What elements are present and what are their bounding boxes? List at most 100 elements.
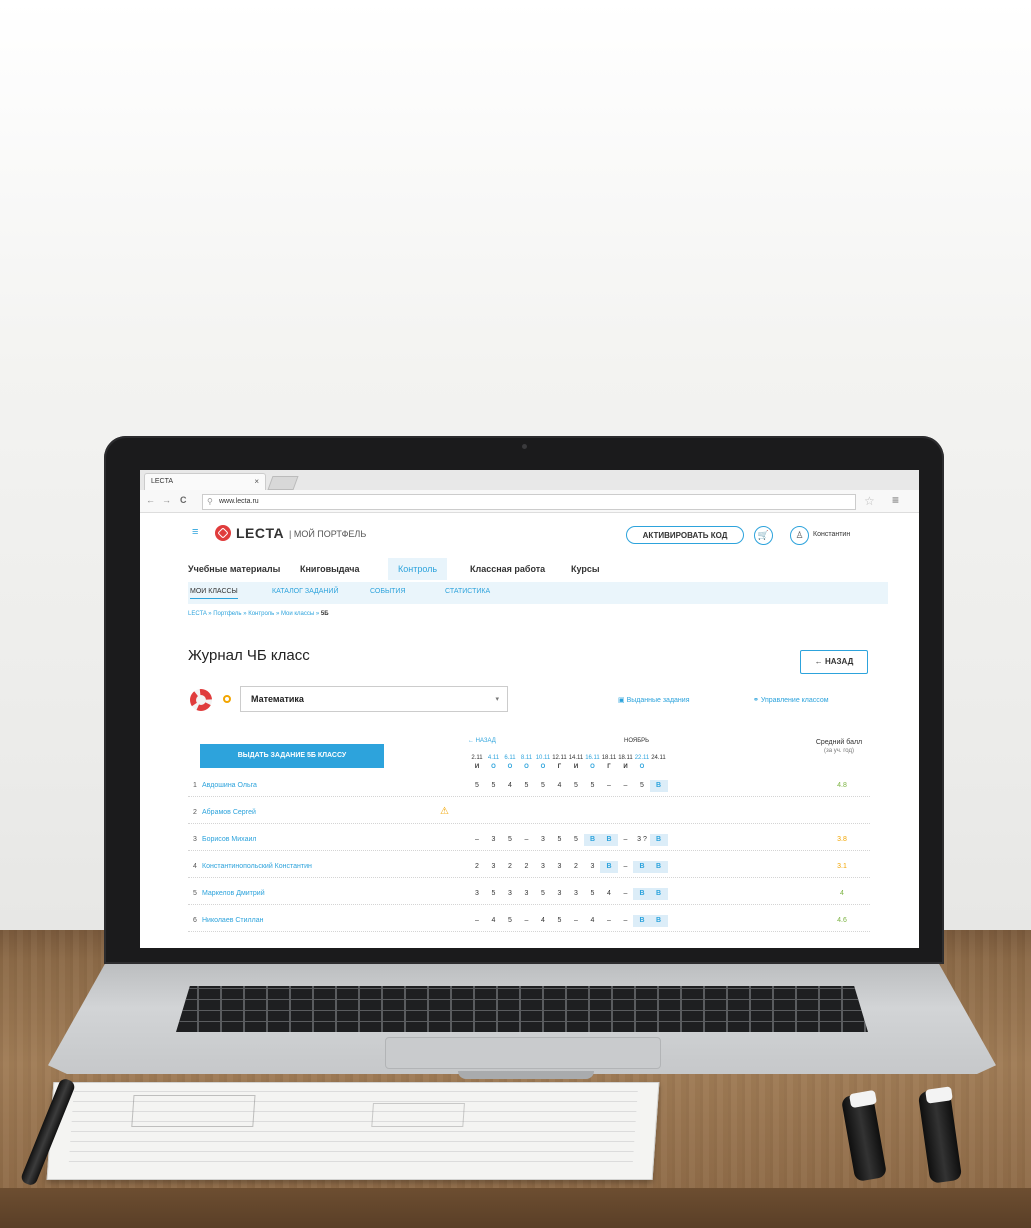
journal-date[interactable]: 18.11 — [600, 755, 618, 761]
grade-cell[interactable]: – — [567, 917, 585, 924]
lifebuoy-icon[interactable] — [190, 689, 212, 711]
grade-cell[interactable]: 3 — [485, 836, 503, 843]
back-arrow-icon[interactable]: ← — [146, 495, 155, 505]
grade-cell[interactable]: 5 — [501, 836, 519, 843]
nav-item-book-issue[interactable]: Книговыдача — [300, 564, 360, 574]
grade-cell[interactable]: В — [633, 915, 651, 927]
grade-cell[interactable]: 4 — [534, 917, 552, 924]
subject-select[interactable]: Математика ▾ — [240, 686, 508, 712]
subnav-item-my-classes[interactable]: МОИ КЛАССЫ — [190, 588, 238, 599]
grade-cell[interactable]: 5 — [534, 890, 552, 897]
grade-cell[interactable]: 3 — [501, 890, 519, 897]
journal-date[interactable]: 2.11 — [468, 755, 486, 761]
grade-cell[interactable]: 5 — [485, 890, 503, 897]
back-button[interactable]: ← НАЗАД — [800, 650, 868, 674]
nav-item-learning-materials[interactable]: Учебные материалы — [188, 564, 280, 574]
grade-cell[interactable]: 5 — [501, 917, 519, 924]
grade-cell[interactable]: 3 — [584, 863, 602, 870]
subnav-item-statistics[interactable]: СТАТИСТИКА — [445, 588, 490, 595]
grade-cell[interactable]: 3 — [551, 863, 569, 870]
hamburger-menu-icon[interactable]: ≡ — [192, 526, 198, 538]
grade-cell[interactable]: В — [649, 861, 668, 873]
grade-cell[interactable]: – — [518, 836, 536, 843]
activate-code-button[interactable]: АКТИВИРОВАТЬ КОД — [626, 526, 744, 544]
journal-date[interactable]: 16.11 — [584, 755, 602, 761]
warning-icon[interactable]: ⚠ — [440, 806, 449, 817]
grade-cell[interactable]: 3 — [551, 890, 569, 897]
nav-item-control[interactable]: Контроль — [388, 558, 448, 580]
student-name-link[interactable]: Маркелов Дмитрий — [202, 890, 265, 897]
journal-date[interactable]: 24.11 — [650, 755, 668, 761]
grade-cell[interactable]: 5 — [534, 782, 552, 789]
journal-back-link[interactable]: ← НАЗАД — [468, 738, 496, 744]
settings-gear-icon[interactable] — [223, 695, 231, 703]
nav-item-courses[interactable]: Курсы — [571, 564, 600, 574]
grade-cell[interactable]: В — [583, 834, 602, 846]
grade-cell[interactable]: 2 — [501, 863, 519, 870]
breadcrumb-path[interactable]: LECTA » Портфель » Контроль » Мои классы… — [188, 611, 321, 617]
brand-name[interactable]: LECTA — [236, 525, 284, 541]
grade-cell[interactable]: В — [649, 915, 668, 927]
journal-date[interactable]: 14.11 — [567, 755, 585, 761]
grade-cell[interactable]: 5 — [584, 890, 602, 897]
lecta-logo-icon[interactable] — [215, 525, 231, 541]
bookmark-star-icon[interactable]: ☆ — [864, 494, 875, 508]
grade-cell[interactable]: 3 — [518, 890, 536, 897]
grade-cell[interactable]: 3 — [534, 863, 552, 870]
grade-cell[interactable]: В — [649, 780, 668, 792]
journal-date[interactable]: 22.11 — [633, 755, 651, 761]
grade-cell[interactable]: 4 — [600, 890, 618, 897]
grade-cell[interactable]: – — [468, 836, 486, 843]
student-name-link[interactable]: Николаев Стиллан — [202, 917, 263, 924]
subnav-item-events[interactable]: СОБЫТИЯ — [370, 588, 406, 595]
grade-cell[interactable]: 4 — [485, 917, 503, 924]
new-tab-button[interactable] — [267, 476, 299, 490]
grade-cell[interactable]: – — [617, 890, 635, 897]
grade-cell[interactable]: – — [518, 917, 536, 924]
breadcrumb[interactable]: LECTA » Портфель » Контроль » Мои классы… — [188, 611, 329, 617]
user-avatar-icon[interactable]: ♙ — [790, 526, 809, 545]
grade-cell[interactable]: – — [617, 863, 635, 870]
browser-menu-icon[interactable]: ≡ — [892, 493, 899, 507]
grade-cell[interactable]: – — [600, 917, 618, 924]
reload-icon[interactable]: C — [180, 495, 187, 505]
grade-cell[interactable]: 3 — [567, 890, 585, 897]
grade-cell[interactable]: 2 — [468, 863, 486, 870]
grade-cell[interactable]: 5 — [567, 782, 585, 789]
grade-cell[interactable]: 3 ? — [633, 836, 651, 843]
grade-cell[interactable]: 3 — [485, 863, 503, 870]
grade-cell[interactable]: 4 — [584, 917, 602, 924]
grade-cell[interactable]: 5 — [468, 782, 486, 789]
grade-cell[interactable]: 5 — [567, 836, 585, 843]
grade-cell[interactable]: В — [600, 861, 618, 873]
browser-tab[interactable]: LECTA × — [144, 473, 266, 491]
grade-cell[interactable]: – — [617, 836, 635, 843]
journal-date[interactable]: 12.11 — [551, 755, 569, 761]
manage-class-link[interactable]: ⚭ Управление классом — [753, 696, 829, 704]
student-name-link[interactable]: Борисов Михаил — [202, 836, 256, 843]
grade-cell[interactable]: 5 — [584, 782, 602, 789]
grade-cell[interactable]: – — [617, 782, 635, 789]
grade-cell[interactable]: В — [633, 888, 651, 900]
journal-date[interactable]: 6.11 — [501, 755, 519, 761]
grade-cell[interactable]: 4 — [551, 782, 569, 789]
grade-cell[interactable]: 5 — [551, 917, 569, 924]
issued-tasks-link[interactable]: ▣ Выданные задания — [618, 696, 690, 704]
grade-cell[interactable]: 5 — [485, 782, 503, 789]
nav-item-classwork[interactable]: Классная работа — [470, 564, 545, 574]
tab-close-icon[interactable]: × — [254, 477, 259, 486]
brand-subtitle[interactable]: | МОЙ ПОРТФЕЛЬ — [289, 529, 366, 539]
grade-cell[interactable]: В — [649, 834, 668, 846]
journal-date[interactable]: 4.11 — [485, 755, 503, 761]
grade-cell[interactable]: В — [600, 834, 618, 846]
grade-cell[interactable]: – — [468, 917, 486, 924]
assign-task-button[interactable]: ВЫДАТЬ ЗАДАНИЕ 5Б КЛАССУ — [200, 744, 384, 768]
forward-arrow-icon[interactable]: → — [162, 495, 171, 505]
grade-cell[interactable]: 3 — [468, 890, 486, 897]
student-name-link[interactable]: Авдошина Ольга — [202, 782, 257, 789]
grade-cell[interactable]: – — [617, 917, 635, 924]
subnav-item-task-catalog[interactable]: КАТАЛОГ ЗАДАНИЙ — [272, 588, 339, 595]
journal-date[interactable]: 10.11 — [534, 755, 552, 761]
journal-date[interactable]: 18.11 — [617, 755, 635, 761]
grade-cell[interactable]: – — [600, 782, 618, 789]
